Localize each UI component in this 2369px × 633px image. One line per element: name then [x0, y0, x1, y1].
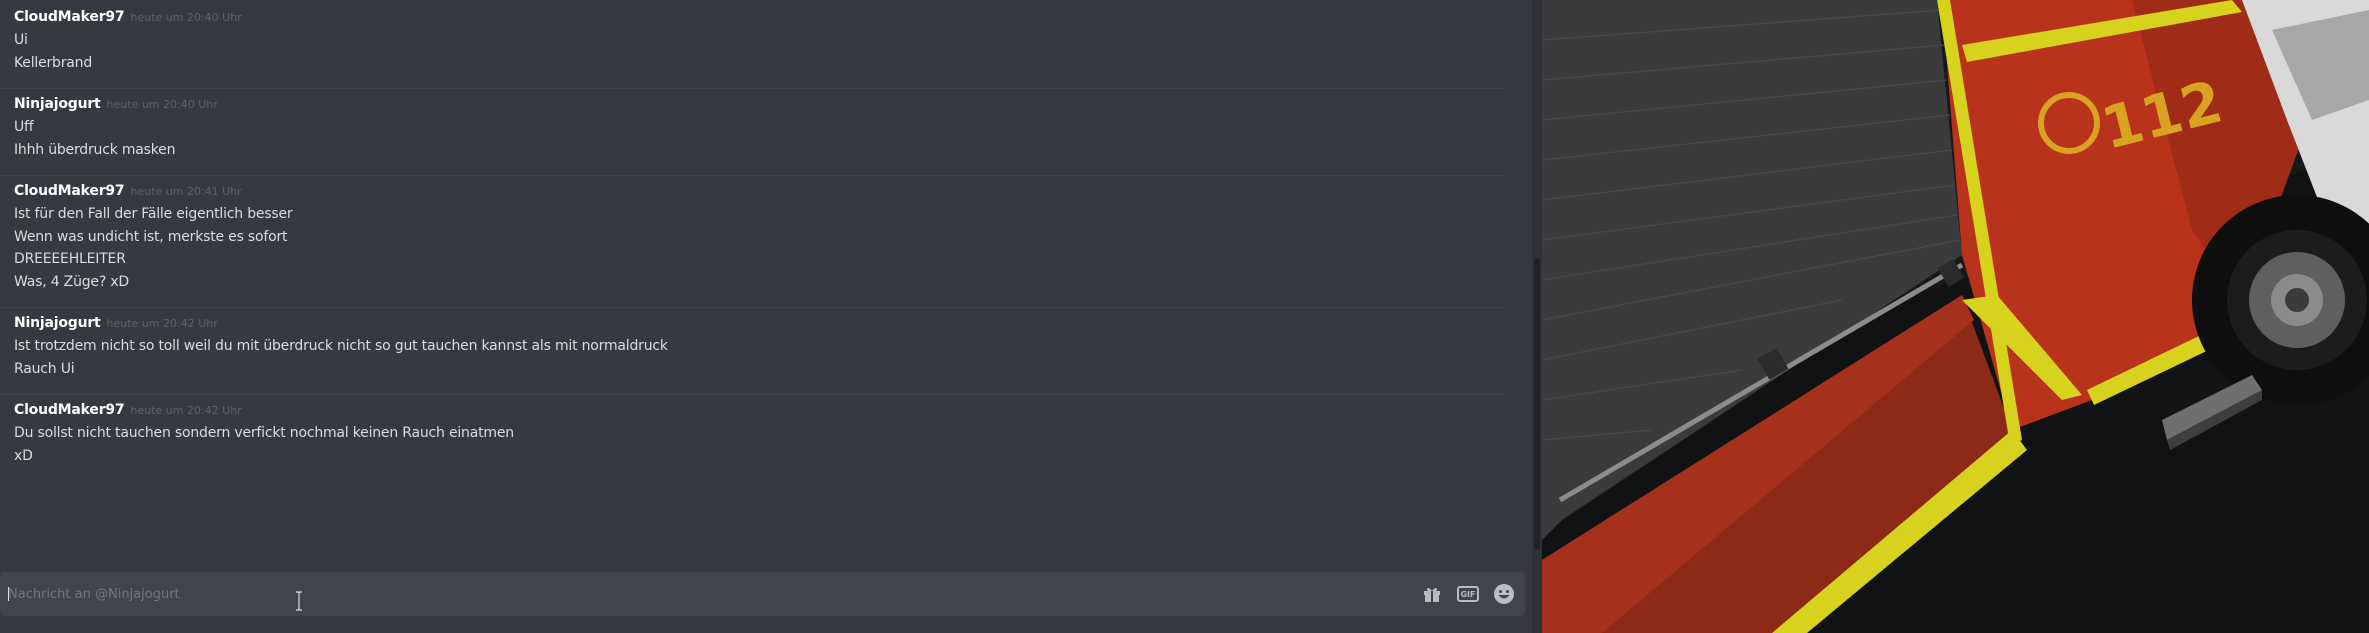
message-text: DREEEEHLEITER — [14, 251, 126, 267]
message-header: Ninjajogurt heute um 20:42 Uhr — [14, 315, 1507, 335]
username[interactable]: CloudMaker97 — [14, 9, 125, 25]
chat-pane: CloudMaker97 heute um 20:40 Uhr Ui Kelle… — [0, 0, 1532, 633]
message-input[interactable] — [8, 572, 1398, 616]
gift-icon[interactable] — [1421, 583, 1443, 605]
message-text: Ui — [14, 32, 28, 48]
username[interactable]: CloudMaker97 — [14, 402, 125, 418]
message-header: CloudMaker97 heute um 20:40 Uhr — [14, 9, 1507, 29]
message-header: Ninjajogurt heute um 20:40 Uhr — [14, 96, 1507, 116]
gif-label: GIF — [1457, 586, 1479, 602]
fire-truck-illustration: 112 — [1542, 0, 2369, 633]
message-text: xD — [14, 447, 33, 464]
message-text: Ist für den Fall der Fälle eigentlich be… — [14, 206, 293, 222]
message-group: Ninjajogurt heute um 20:40 Uhr Uff Ihhh … — [0, 89, 1507, 176]
message-text: Rauch Ui — [14, 360, 75, 377]
gif-icon[interactable]: GIF — [1457, 583, 1479, 605]
fire-truck-image: 112 — [1542, 0, 2369, 633]
text-caret — [8, 587, 9, 601]
message-group: CloudMaker97 heute um 20:40 Uhr Ui Kelle… — [0, 0, 1507, 89]
message-text: Uff — [14, 119, 34, 135]
username[interactable]: Ninjajogurt — [14, 96, 101, 112]
timestamp: heute um 20:40 Uhr — [130, 11, 242, 24]
message-list[interactable]: CloudMaker97 heute um 20:40 Uhr Ui Kelle… — [0, 0, 1515, 560]
emoji-icon[interactable] — [1493, 583, 1515, 605]
composer-actions: GIF — [1421, 572, 1515, 616]
message-header: CloudMaker97 heute um 20:41 Uhr — [14, 183, 1507, 203]
message-group: Ninjajogurt heute um 20:42 Uhr Ist trotz… — [0, 308, 1507, 395]
message-text: Du sollst nicht tauchen sondern verfickt… — [14, 425, 514, 441]
message-text: Wenn was undicht ist, merkste es sofort — [14, 228, 288, 245]
timestamp: heute um 20:41 Uhr — [130, 185, 242, 198]
ibeam-cursor-icon — [296, 591, 302, 611]
message-text: Ist trotzdem nicht so toll weil du mit ü… — [14, 338, 668, 354]
message-text: Ihhh überdruck masken — [14, 141, 176, 158]
timestamp: heute um 20:40 Uhr — [106, 98, 218, 111]
username[interactable]: Ninjajogurt — [14, 315, 101, 331]
message-text: Was, 4 Züge? xD — [14, 273, 129, 290]
message-text: Kellerbrand — [14, 54, 93, 71]
message-composer: GIF — [0, 572, 1525, 616]
message-group: CloudMaker97 heute um 20:42 Uhr Du solls… — [0, 395, 1507, 481]
username[interactable]: CloudMaker97 — [14, 183, 125, 199]
timestamp: heute um 20:42 Uhr — [130, 404, 242, 417]
timestamp: heute um 20:42 Uhr — [106, 317, 218, 330]
message-header: CloudMaker97 heute um 20:42 Uhr — [14, 402, 1507, 422]
message-group: CloudMaker97 heute um 20:41 Uhr Ist für … — [0, 176, 1507, 308]
scrollbar-thumb[interactable] — [1534, 258, 1540, 550]
